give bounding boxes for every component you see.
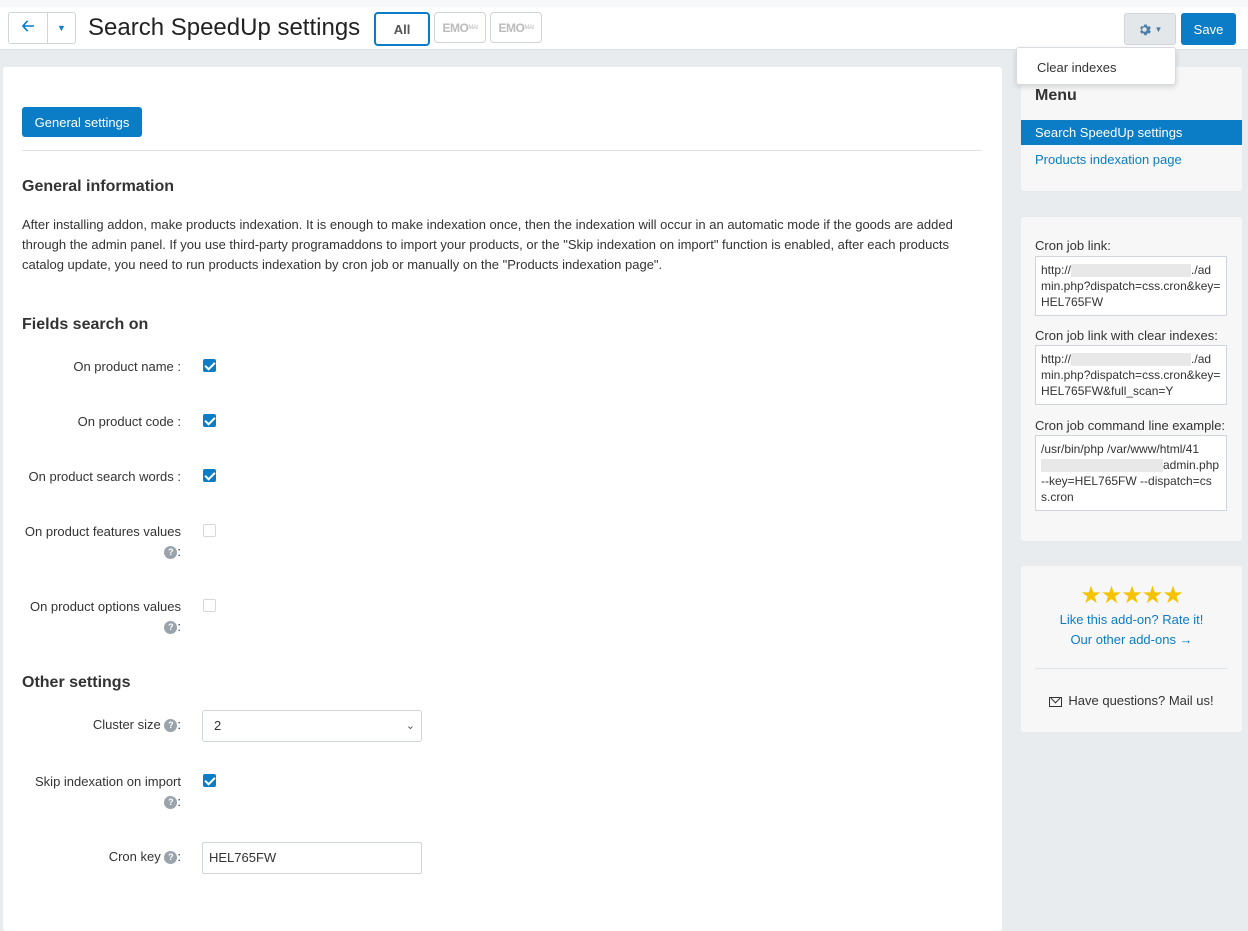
checkbox-skip-indexation[interactable] [203,774,216,787]
checkbox-product-name[interactable] [203,359,216,372]
sidebar-item-products-indexation[interactable]: Products indexation page [1035,152,1182,167]
caret-down-icon: ▼ [1154,24,1163,34]
storefront-tab-demo-2[interactable]: EMO MAI [490,12,542,43]
question-icon[interactable]: ? [164,546,178,560]
caret-down-icon: ▼ [57,23,66,33]
sidebar-menu: Menu Search SpeedUp settings Products in… [1021,67,1242,191]
cron-link-prefix: http:// [1041,352,1072,366]
label-colon: : [177,544,181,559]
field-label-text: On product features values [24,524,181,539]
checkbox-features-values[interactable] [203,524,216,537]
storefront-logo-text: EMO [442,20,469,35]
cron-cmd-line3: --key=HEL765FW --dispatch=css.cron [1041,474,1212,504]
gear-icon [1139,23,1151,35]
back-dropdown-button[interactable]: ▼ [48,12,76,44]
mail-us-text: Have questions? Mail us! [1068,693,1214,708]
other-settings-heading: Other settings [22,674,131,691]
storefront-logo-suffix: MAI [468,24,478,31]
sidebar-item-search-speedup[interactable]: Search SpeedUp settings [1021,120,1242,145]
label-colon: : [177,717,181,732]
page-title: Search SpeedUp settings [88,14,361,41]
cron-clear-label: Cron job link with clear indexes: [1035,328,1218,343]
storefront-tab-all[interactable]: All [374,12,430,46]
fields-heading: Fields search on [22,316,149,333]
question-icon[interactable]: ? [164,719,178,733]
cron-link-prefix: http:// [1041,263,1072,277]
mail-us-link[interactable]: Have questions? Mail us! [1021,693,1242,708]
redacted-path [1041,459,1163,473]
field-label-text: Cron key [108,849,161,864]
field-label-features-values: On product features values ?: [21,522,181,562]
chevron-down-icon: ⌄ [405,720,415,732]
divider [1035,668,1228,669]
checkbox-options-values[interactable] [203,599,216,612]
cron-cmd-label: Cron job command line example: [1035,418,1226,433]
checkbox-search-words[interactable] [203,469,216,482]
top-toolbar: 🡠 ▼ Search SpeedUp settings All EMO MAI E… [0,0,1248,50]
arrow-left-icon: 🡠 [21,17,35,35]
redacted-domain [1071,353,1192,367]
storefront-tab-demo-1[interactable]: EMO MAI [434,12,486,43]
divider [22,150,982,151]
sidebar-cron-panel: Cron job link: http://./admin.php?dispat… [1021,217,1242,541]
cluster-size-select[interactable]: 2 ⌄ [202,710,422,742]
label-colon: : [177,849,181,864]
question-icon[interactable]: ? [164,621,178,635]
envelope-icon [1049,696,1063,707]
field-label-product-name: On product name : [73,359,181,374]
cluster-size-value: 2 [214,718,222,733]
cron-link-label: Cron job link: [1035,238,1111,253]
storefront-logo-text: EMO [498,20,525,35]
main-content: General settings General information Aft… [3,67,1002,931]
label-colon: : [177,619,181,634]
field-label-cluster-size: Cluster size ?: [21,715,181,735]
back-button-group: 🡠 ▼ [8,12,76,44]
field-label-search-words: On product search words : [28,469,181,484]
field-label-skip-indexation: Skip indexation on import ?: [21,772,181,812]
settings-dropdown-button[interactable]: ▼ [1124,13,1176,45]
tab-general-settings[interactable]: General settings [22,107,142,137]
cron-clear-box[interactable]: http://./admin.php?dispatch=css.cron&key… [1035,345,1227,405]
top-strip [0,0,1248,7]
cron-cmd-line1: /usr/bin/php /var/www/html/41 [1041,442,1200,456]
save-button[interactable]: Save [1181,13,1236,45]
storefront-tab-label: All [393,21,411,37]
label-colon: : [177,794,181,809]
storefront-tabs: All EMO MAI EMO MAI [374,12,542,46]
rating-stars-icon[interactable]: ★★★★★ [1021,581,1242,610]
redacted-domain [1071,264,1192,278]
settings-dropdown-menu: Clear indexes [1016,47,1176,85]
checkbox-product-code[interactable] [203,414,216,427]
clear-indexes-menu-item[interactable]: Clear indexes [1037,60,1117,75]
general-info-heading: General information [22,178,175,195]
general-info-text: After installing addon, make products in… [22,217,953,272]
field-label-options-values: On product options values ?: [21,597,181,637]
sidebar-menu-title: Menu [1035,87,1077,104]
cron-cmd-box[interactable]: /usr/bin/php /var/www/html/41 admin.php … [1035,435,1227,511]
cron-cmd-line2: admin.php [1163,458,1220,472]
cron-key-input[interactable]: HEL765FW [202,842,422,874]
other-addons-link[interactable]: Our other add-ons → [1021,632,1242,647]
cron-link-box[interactable]: http://./admin.php?dispatch=css.cron&key… [1035,256,1227,316]
back-button[interactable]: 🡠 [8,12,48,44]
question-icon[interactable]: ? [164,796,178,810]
field-label-text: Skip indexation on import [35,774,181,789]
rate-addon-link[interactable]: Like this add-on? Rate it! [1021,612,1242,627]
sidebar-rating-panel: ★★★★★ Like this add-on? Rate it! Our oth… [1021,566,1242,732]
question-icon[interactable]: ? [164,851,178,865]
field-label-cron-key: Cron key ?: [21,847,181,867]
field-label-text: On product options values [29,599,181,614]
field-label-product-code: On product code : [77,414,181,429]
field-label-text: Cluster size [92,717,161,732]
storefront-logo-suffix: MAI [524,24,534,31]
